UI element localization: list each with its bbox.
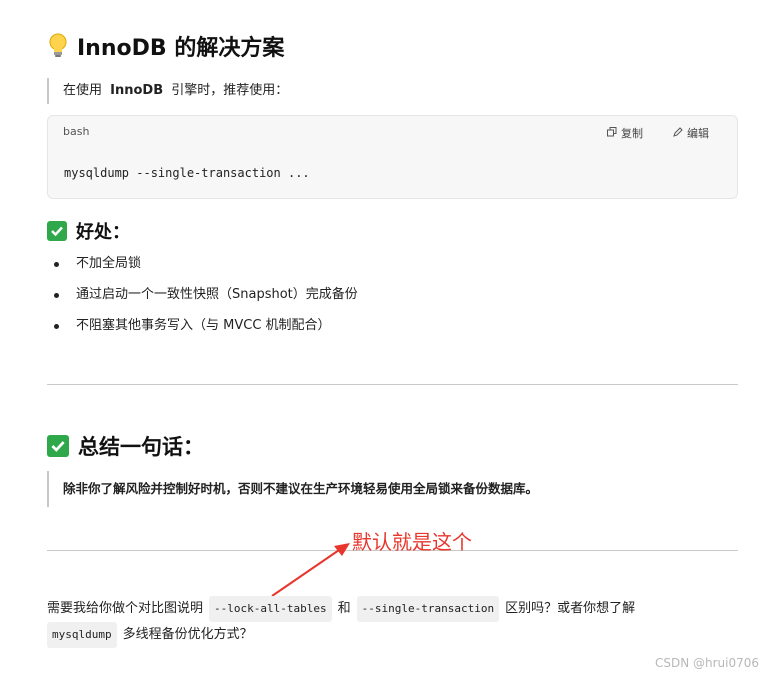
benefits-list: 不加全局锁 通过启动一个一致性快照（Snapshot）完成备份 不阻塞其他事务写… <box>47 252 358 345</box>
check-icon <box>47 221 67 241</box>
annotation-text: 默认就是这个 <box>352 530 472 554</box>
lightbulb-icon <box>47 33 69 59</box>
edit-label: 编辑 <box>687 127 709 140</box>
code-language-label: bash <box>63 125 90 138</box>
copy-label: 复制 <box>621 127 643 140</box>
list-item: 不阻塞其他事务写入（与 MVCC 机制配合） <box>47 314 358 345</box>
list-item: 不加全局锁 <box>47 252 358 283</box>
summary-title: 总结一句话： <box>78 435 204 459</box>
summary-heading: 总结一句话： <box>47 431 204 461</box>
innodb-quote: 在使用 InnoDB 引擎时，推荐使用： <box>47 78 288 104</box>
code-block: bash 复制 编辑 mysqldump --single-transactio… <box>47 115 738 199</box>
copy-icon <box>607 126 617 140</box>
watermark: CSDN @hrui0706 <box>654 656 759 670</box>
list-item: 通过启动一个一致性快照（Snapshot）完成备份 <box>47 283 358 314</box>
section-heading-innodb: InnoDB 的解决方案 <box>47 30 284 62</box>
inline-code: mysqldump <box>47 622 117 648</box>
divider <box>47 384 738 385</box>
section-title: InnoDB 的解决方案 <box>77 36 285 61</box>
inline-code: --lock-all-tables <box>209 596 332 622</box>
innodb-emphasis: InnoDB <box>110 83 164 98</box>
inline-code: --single-transaction <box>356 596 500 622</box>
summary-quote: 除非你了解风险并控制好时机，否则不建议在生产环境轻易使用全局锁来备份数据库。 <box>47 471 538 507</box>
benefits-title: 好处： <box>76 222 130 243</box>
closing-line-2: mysqldump 多线程备份优化方式？ <box>47 622 253 648</box>
annotation-arrow <box>271 543 350 597</box>
closing-line-1: 需要我给你做个对比图说明 --lock-all-tables 和 --singl… <box>47 596 635 622</box>
check-icon <box>47 435 69 457</box>
edit-button[interactable]: 编辑 <box>673 125 709 141</box>
benefits-heading: 好处： <box>47 218 130 244</box>
edit-icon <box>673 126 683 140</box>
code-content[interactable]: mysqldump --single-transaction ... <box>64 166 310 180</box>
copy-button[interactable]: 复制 <box>607 125 643 141</box>
